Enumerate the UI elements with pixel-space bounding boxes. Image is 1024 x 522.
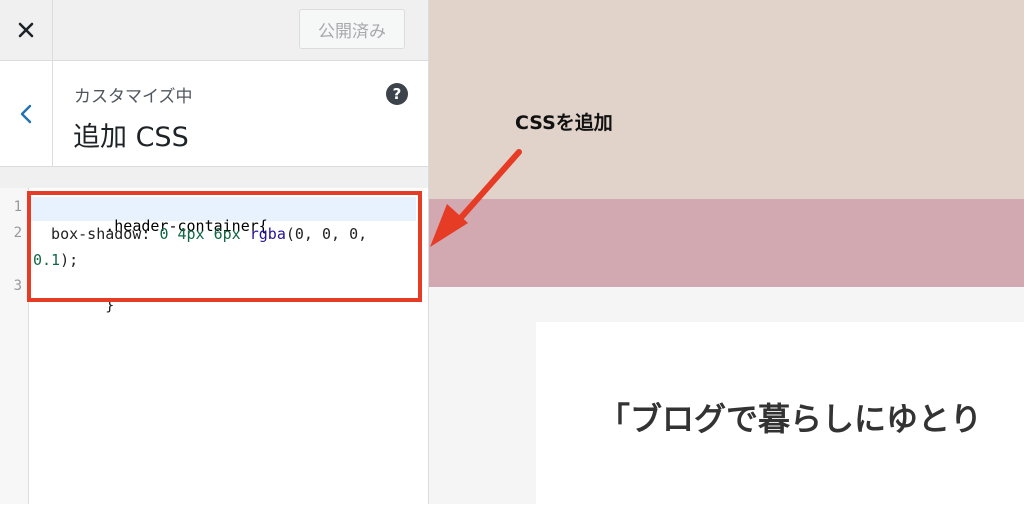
line-number: 3	[13, 278, 22, 294]
line-number-gutter: 1 2 3	[0, 188, 29, 504]
customizing-label: カスタマイズ中	[74, 87, 193, 107]
site-preview: 「ブログで暮らしにゆとり	[429, 0, 1024, 522]
close-icon	[18, 22, 34, 38]
back-button[interactable]	[0, 61, 53, 166]
preview-header-container	[429, 199, 1024, 287]
annotation-highlight-box	[27, 191, 422, 302]
section-header: カスタマイズ中 追加 CSS ?	[0, 61, 428, 167]
preview-content-card: 「ブログで暮らしにゆとり	[536, 322, 1024, 522]
section-title: 追加 CSS	[73, 122, 189, 153]
line-number: 2	[13, 225, 22, 241]
preview-post-title: 「ブログで暮らしにゆとり	[598, 400, 983, 438]
publish-button[interactable]: 公開済み	[299, 9, 405, 49]
annotation-label: CSSを追加	[515, 112, 613, 134]
chevron-left-icon	[20, 104, 32, 123]
customizer-topbar: 公開済み	[0, 0, 428, 61]
preview-top-area	[429, 0, 1024, 199]
line-number: 1	[13, 199, 22, 215]
close-button[interactable]	[0, 0, 53, 60]
help-icon[interactable]: ?	[386, 83, 408, 105]
